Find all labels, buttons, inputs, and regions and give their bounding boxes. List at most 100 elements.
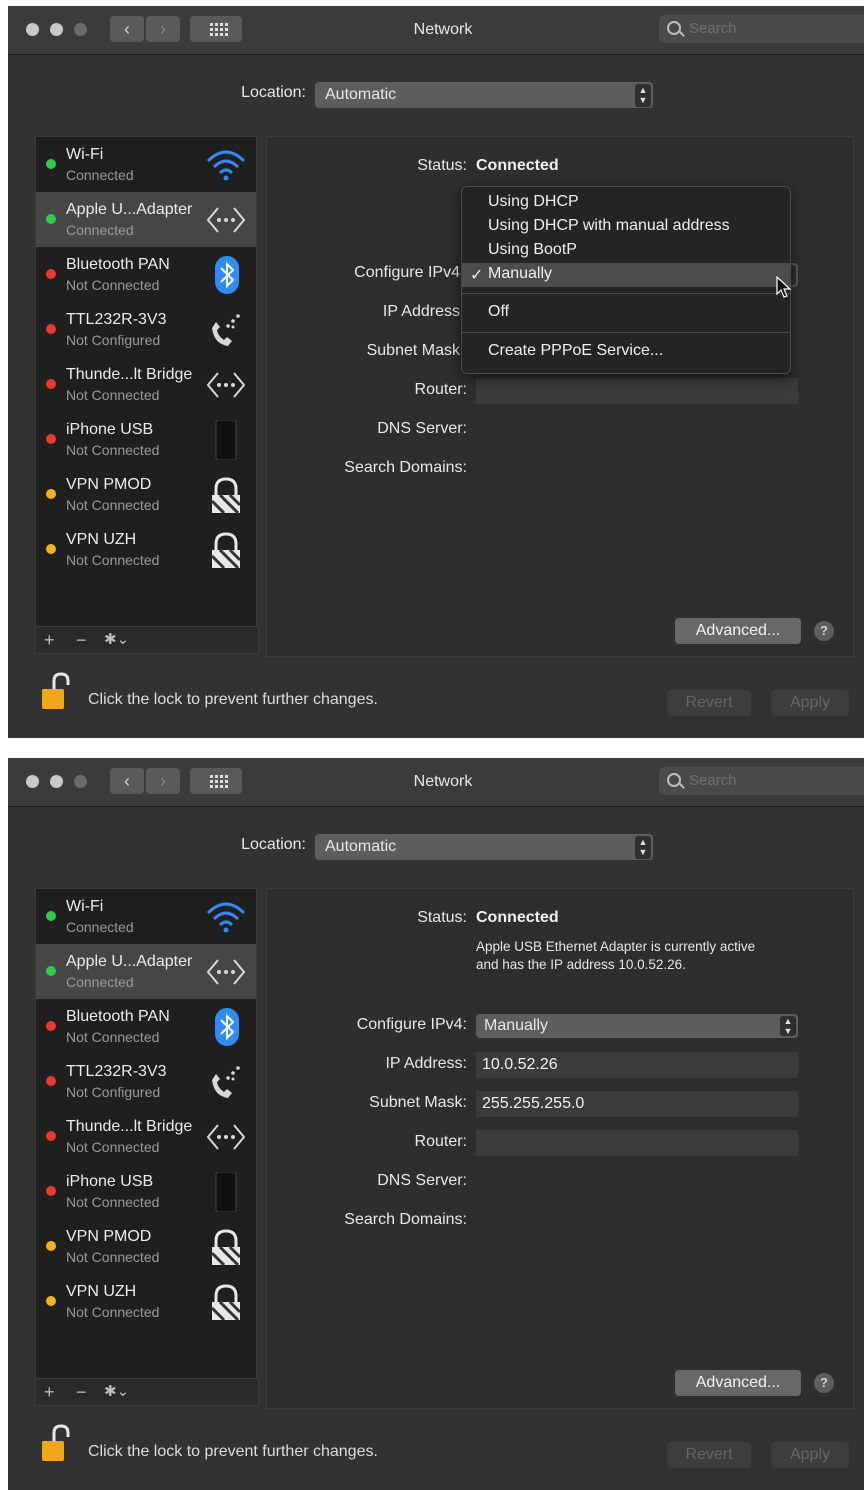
remove-service-button[interactable]: −	[76, 1379, 87, 1405]
advanced-button[interactable]: Advanced...	[675, 1370, 801, 1396]
menu-item-create-pppoe[interactable]: Create PPPoE Service...	[488, 342, 663, 360]
menu-item-using-bootp[interactable]: Using BootP	[488, 241, 577, 259]
service-status: Not Configured	[66, 1084, 161, 1100]
minimize-window-button[interactable]	[50, 23, 63, 36]
status-dot	[46, 324, 56, 334]
status-description-line: Apple USB Ethernet Adapter is currently …	[476, 939, 756, 954]
status-dot	[46, 1131, 56, 1141]
status-dot	[46, 434, 56, 444]
service-status: Not Connected	[66, 1249, 160, 1265]
service-list[interactable]: Wi-Fi Connected Apple U...Adapter Connec…	[35, 136, 257, 628]
service-item-apple-usb-adapter[interactable]: Apple U...Adapter Connected	[36, 944, 256, 999]
revert-button[interactable]: Revert	[667, 690, 751, 716]
help-button[interactable]: ?	[814, 621, 834, 641]
service-item-thunderbolt-bridge[interactable]: Thunde...lt Bridge Not Connected	[36, 357, 256, 412]
title-bar: ‹ › Network Search	[8, 758, 864, 807]
service-item-wifi[interactable]: Wi-Fi Connected	[36, 137, 256, 192]
service-name: VPN UZH	[66, 1283, 137, 1300]
wifi-icon	[206, 902, 246, 933]
vpn-lock-icon	[210, 477, 242, 515]
location-value: Automatic	[325, 86, 397, 103]
location-popup[interactable]: Automatic ▲ ▼	[315, 82, 653, 108]
sidebar-button-bar: + − ✱⌄	[35, 1378, 259, 1406]
service-item-bluetooth-pan[interactable]: Bluetooth PAN Not Connected	[36, 247, 256, 302]
configure-ipv4-label: Configure IPv4:	[356, 1016, 467, 1033]
forward-button[interactable]: ›	[146, 16, 180, 42]
location-popup[interactable]: Automatic ▲ ▼	[315, 834, 653, 860]
configure-ipv4-popup[interactable]: Manually ▲ ▼	[476, 1014, 798, 1038]
router-label: Router:	[414, 1133, 467, 1150]
service-item-vpn-uzh[interactable]: VPN UZH Not Connected	[36, 1274, 256, 1329]
chevron-updown-icon: ▲▼	[635, 836, 651, 859]
vpn-lock-icon	[210, 532, 242, 570]
service-item-wifi[interactable]: Wi-Fi Connected	[36, 889, 256, 944]
revert-button[interactable]: Revert	[667, 1442, 751, 1468]
show-all-button[interactable]	[190, 16, 242, 42]
menu-item-using-dhcp[interactable]: Using DHCP	[488, 193, 579, 211]
zoom-window-button[interactable]	[74, 775, 87, 788]
action-menu-button[interactable]: ✱⌄	[104, 627, 129, 653]
menu-item-manually[interactable]: ✓ Manually	[462, 263, 790, 287]
apply-button[interactable]: Apply	[771, 690, 849, 716]
search-icon	[667, 773, 681, 787]
status-label: Status:	[417, 909, 467, 926]
ip-address-field[interactable]: 10.0.52.26	[476, 1052, 798, 1078]
service-item-iphone-usb[interactable]: iPhone USB Not Connected	[36, 1164, 256, 1219]
router-field[interactable]	[476, 378, 798, 404]
show-all-button[interactable]	[190, 768, 242, 794]
action-menu-button[interactable]: ✱⌄	[104, 1379, 129, 1405]
service-name: Wi-Fi	[66, 898, 104, 915]
window-title: Network	[413, 773, 473, 790]
service-item-vpn-uzh[interactable]: VPN UZH Not Connected	[36, 522, 256, 577]
remove-service-button[interactable]: −	[76, 627, 87, 653]
add-service-button[interactable]: +	[44, 627, 55, 653]
service-list[interactable]: Wi-Fi Connected Apple U...Adapter Connec…	[35, 888, 257, 1380]
search-field[interactable]: Search	[659, 15, 864, 43]
service-item-vpn-pmod[interactable]: VPN PMOD Not Connected	[36, 1219, 256, 1274]
zoom-window-button[interactable]	[74, 23, 87, 36]
ip-address-label: IP Address	[382, 303, 460, 320]
router-field[interactable]	[476, 1130, 798, 1156]
back-button[interactable]: ‹	[110, 16, 144, 42]
service-item-thunderbolt-bridge[interactable]: Thunde...lt Bridge Not Connected	[36, 1109, 256, 1164]
service-item-apple-usb-adapter[interactable]: Apple U...Adapter Connected	[36, 192, 256, 247]
apply-button[interactable]: Apply	[771, 1442, 849, 1468]
back-button[interactable]: ‹	[110, 768, 144, 794]
window-title: Network	[413, 21, 473, 38]
advanced-button[interactable]: Advanced...	[675, 618, 801, 644]
ethernet-icon	[206, 372, 246, 398]
minimize-window-button[interactable]	[50, 775, 63, 788]
service-item-iphone-usb[interactable]: iPhone USB Not Connected	[36, 412, 256, 467]
add-service-button[interactable]: +	[44, 1379, 55, 1405]
subnet-mask-label: Subnet Mask	[366, 342, 460, 359]
lock-icon[interactable]	[40, 1423, 72, 1463]
network-window-menu-open: ‹ › Network Search Location: Automatic ▲…	[8, 6, 864, 738]
vpn-lock-icon	[210, 1284, 242, 1322]
service-item-ttl232r[interactable]: TTL232R-3V3 Not Configured	[36, 1054, 256, 1109]
close-window-button[interactable]	[26, 775, 39, 788]
search-icon	[667, 21, 681, 35]
close-window-button[interactable]	[26, 23, 39, 36]
service-item-ttl232r[interactable]: TTL232R-3V3 Not Configured	[36, 302, 256, 357]
service-item-bluetooth-pan[interactable]: Bluetooth PAN Not Connected	[36, 999, 256, 1054]
search-placeholder: Search	[689, 772, 737, 789]
help-button[interactable]: ?	[814, 1373, 834, 1393]
subnet-mask-field[interactable]: 255.255.255.0	[476, 1091, 798, 1117]
menu-separator	[462, 293, 790, 294]
forward-button[interactable]: ›	[146, 768, 180, 794]
search-domains-label: Search Domains:	[344, 1211, 467, 1228]
service-status: Connected	[66, 974, 134, 990]
service-status: Not Connected	[66, 1029, 160, 1045]
service-name: Bluetooth PAN	[66, 256, 170, 273]
service-status: Not Connected	[66, 442, 160, 458]
bluetooth-icon	[215, 256, 239, 294]
search-field[interactable]: Search	[659, 767, 864, 795]
service-name: iPhone USB	[66, 421, 154, 438]
lock-icon[interactable]	[40, 671, 72, 711]
status-dot	[46, 966, 56, 976]
mouse-pointer-icon	[776, 276, 792, 298]
service-item-vpn-pmod[interactable]: VPN PMOD Not Connected	[36, 467, 256, 522]
menu-item-using-dhcp-manual[interactable]: Using DHCP with manual address	[488, 217, 730, 235]
search-domains-label: Search Domains:	[344, 459, 467, 476]
menu-item-off[interactable]: Off	[488, 303, 509, 321]
